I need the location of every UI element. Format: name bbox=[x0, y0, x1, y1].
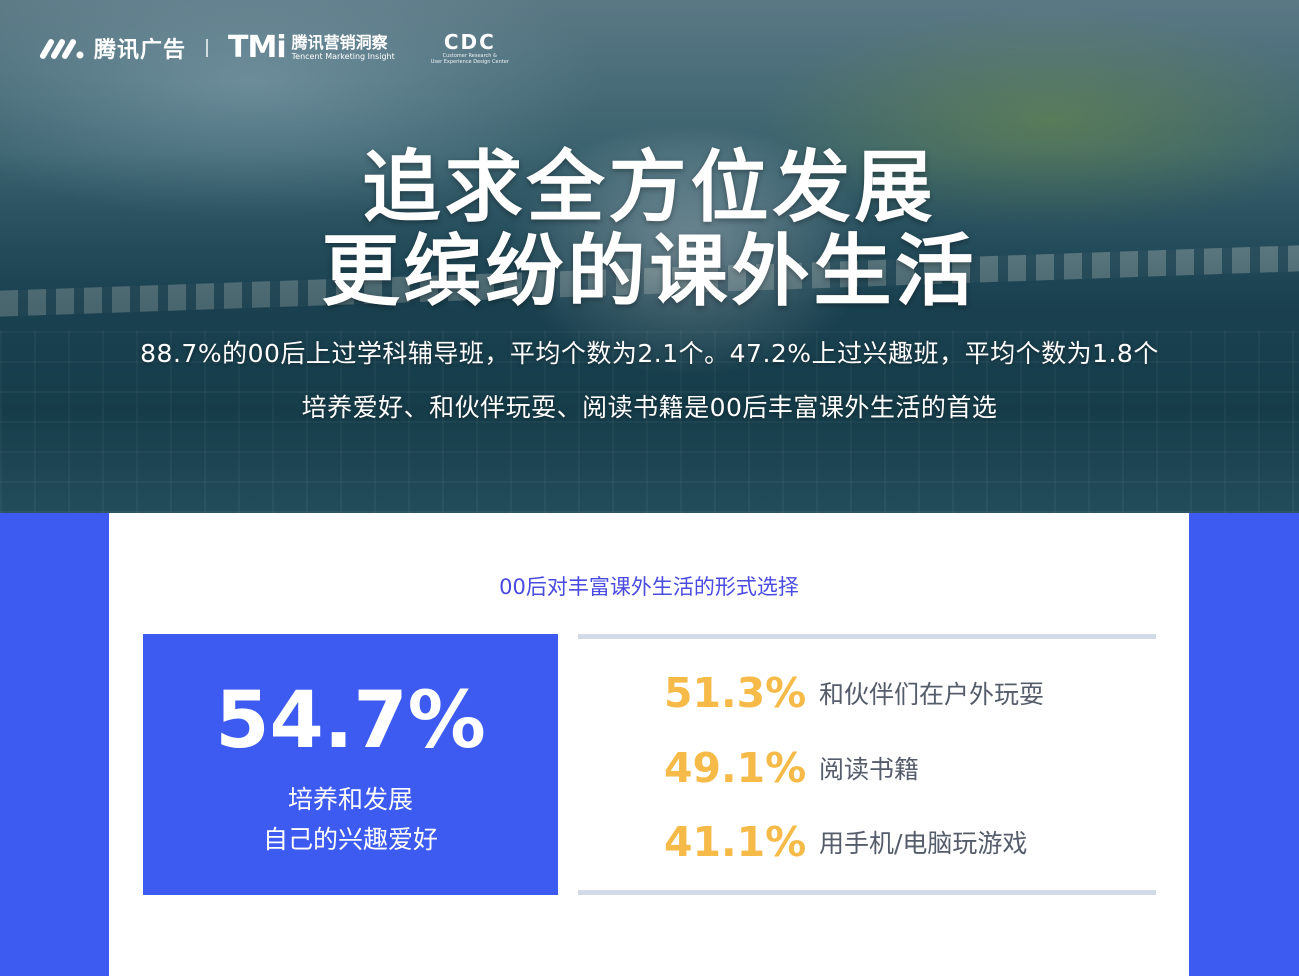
cdc-logo: CDC Customer Research & User Experience … bbox=[431, 31, 509, 65]
cdc-mark: CDC bbox=[443, 30, 496, 54]
logo-bar: 腾讯广告 TMi 腾讯营销洞察 Tencent Marketing Insigh… bbox=[38, 28, 509, 68]
stat-value: 49.1% bbox=[664, 744, 807, 792]
highlight-stat: 54.7% 培养和发展 自己的兴趣爱好 bbox=[143, 634, 558, 895]
tencent-ads-mark-icon bbox=[40, 39, 84, 59]
tmi-name-cn: 腾讯营销洞察 bbox=[291, 33, 388, 52]
tmi-name-en: Tencent Marketing Insight bbox=[291, 52, 395, 61]
stat-item: 41.1% 用手机/电脑玩游戏 bbox=[664, 812, 1027, 872]
stat-value: 41.1% bbox=[664, 818, 807, 866]
stat-item: 51.3% 和伙伴们在户外玩耍 bbox=[664, 663, 1044, 723]
card-title: 00后对丰富课外生活的形式选择 bbox=[499, 575, 799, 599]
hero-subtitle-line2: 培养爱好、和伙伴玩耍、阅读书籍是00后丰富课外生活的首选 bbox=[301, 393, 998, 422]
hero-banner: 腾讯广告 TMi 腾讯营销洞察 Tencent Marketing Insigh… bbox=[0, 0, 1299, 513]
logo-divider bbox=[206, 39, 209, 57]
stat-label: 阅读书籍 bbox=[819, 755, 920, 784]
tencent-ads-logo: 腾讯广告 bbox=[38, 32, 186, 64]
highlight-label-line2: 自己的兴趣爱好 bbox=[262, 825, 438, 854]
stat-value: 51.3% bbox=[664, 669, 807, 717]
tencent-ads-name: 腾讯广告 bbox=[94, 38, 187, 63]
stat-list: 51.3% 和伙伴们在户外玩耍 49.1% 阅读书籍 41.1% 用手机/电脑玩… bbox=[578, 634, 1156, 895]
page-title: 追求全方位发展 更缤纷的课外生活 bbox=[0, 146, 1299, 314]
page-title-line2: 更缤纷的课外生活 bbox=[321, 227, 978, 317]
highlight-label: 培养和发展 自己的兴趣爱好 bbox=[143, 780, 558, 860]
tmi-logo: TMi 腾讯营销洞察 Tencent Marketing Insight bbox=[228, 33, 395, 63]
tmi-mark: TMi bbox=[228, 30, 287, 65]
page-title-line1: 追求全方位发展 bbox=[362, 143, 937, 233]
stat-label: 和伙伴们在户外玩耍 bbox=[819, 680, 1045, 709]
stat-item: 49.1% 阅读书籍 bbox=[664, 738, 919, 798]
cdc-name-line2: User Experience Design Center bbox=[430, 59, 509, 65]
highlight-value: 54.7% bbox=[215, 676, 486, 766]
stats-card: 00后对丰富课外生活的形式选择 54.7% 培养和发展 自己的兴趣爱好 51.3… bbox=[109, 513, 1189, 976]
stat-label: 用手机/电脑玩游戏 bbox=[819, 829, 1028, 858]
highlight-label-line1: 培养和发展 bbox=[287, 785, 413, 814]
hero-subtitle-line1: 88.7%的00后上过学科辅导班，平均个数为2.1个。47.2%上过兴趣班，平均… bbox=[140, 339, 1159, 368]
